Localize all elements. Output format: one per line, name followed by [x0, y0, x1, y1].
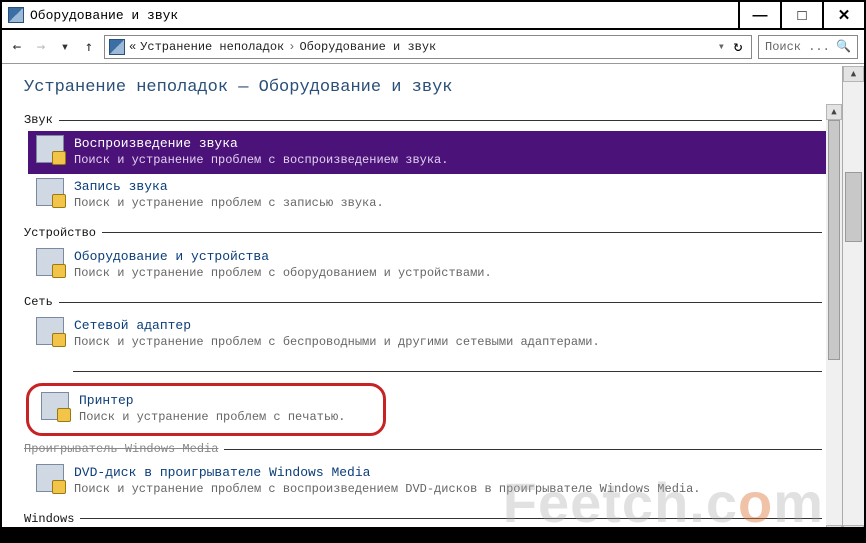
section-label: Звук	[24, 113, 53, 127]
refresh-button[interactable]: ↻	[729, 37, 747, 56]
troubleshoot-item-hardware[interactable]: Оборудование и устройства Поиск и устран…	[28, 244, 842, 287]
bottom-border	[2, 527, 864, 541]
printer-icon	[41, 392, 69, 420]
search-input[interactable]: Поиск ... 🔍	[758, 35, 858, 59]
dvd-icon	[36, 464, 64, 492]
breadcrumb-item[interactable]: Оборудование и звук	[299, 40, 436, 54]
recent-dropdown[interactable]: ▾	[56, 38, 74, 56]
item-desc: Поиск и устранение проблем с записью зву…	[74, 196, 384, 212]
up-button[interactable]: ↑	[80, 38, 98, 56]
scroll-thumb[interactable]	[828, 120, 840, 360]
close-button[interactable]: ✕	[822, 2, 864, 28]
breadcrumb-sep: ›	[288, 40, 295, 54]
folder-icon	[109, 39, 125, 55]
section-header[interactable]: Печать ˄	[24, 365, 842, 379]
section-header[interactable]: Проигрыватель Windows Media ˄	[24, 442, 842, 456]
item-desc: Поиск и устранение проблем с воспроизвед…	[74, 153, 448, 169]
item-name: Принтер	[79, 393, 345, 410]
section-device: Устройство ˄ Оборудование и устройства П…	[24, 226, 842, 287]
inner-scrollbar[interactable]: ▲ ▼	[826, 104, 842, 541]
content-area: Устранение неполадок — Оборудование и зв…	[2, 64, 864, 539]
troubleshoot-item-playback[interactable]: Воспроизведение звука Поиск и устранение…	[28, 131, 842, 174]
item-name: Запись звука	[74, 179, 384, 196]
item-name: Воспроизведение звука	[74, 136, 448, 153]
speaker-icon	[36, 135, 64, 163]
item-desc: Поиск и устранение проблем с воспроизвед…	[74, 482, 701, 498]
device-icon	[36, 248, 64, 276]
outer-scrollbar[interactable]: ▲ ▼	[842, 66, 864, 541]
scroll-up-button[interactable]: ▲	[826, 104, 842, 120]
troubleshoot-item-network[interactable]: Сетевой адаптер Поиск и устранение пробл…	[28, 313, 842, 356]
search-icon: 🔍	[836, 39, 851, 54]
troubleshoot-item-dvd[interactable]: DVD-диск в проигрывателе Windows Media П…	[28, 460, 842, 503]
item-desc: Поиск и устранение проблем с печатью.	[79, 410, 345, 426]
address-dropdown-icon[interactable]: ▾	[718, 39, 725, 54]
section-label: Проигрыватель Windows Media	[24, 442, 218, 456]
section-wmp: Проигрыватель Windows Media ˄ DVD-диск в…	[24, 442, 842, 503]
section-header[interactable]: Звук ˄	[24, 113, 842, 127]
scroll-up-button[interactable]: ▲	[843, 66, 864, 82]
section-label: Устройство	[24, 226, 96, 240]
scroll-thumb[interactable]	[845, 172, 862, 242]
section-label: Сеть	[24, 295, 53, 309]
page-title: Устранение неполадок — Оборудование и зв…	[24, 78, 842, 97]
item-name: Оборудование и устройства	[74, 249, 492, 266]
window-title: Оборудование и звук	[30, 8, 738, 23]
item-name: Сетевой адаптер	[74, 318, 600, 335]
troubleshoot-item-recording[interactable]: Запись звука Поиск и устранение проблем …	[28, 174, 842, 217]
minimize-button[interactable]: —	[738, 2, 780, 28]
item-desc: Поиск и устранение проблем с оборудовани…	[74, 266, 492, 282]
back-button[interactable]: ←	[8, 38, 26, 56]
microphone-icon	[36, 178, 64, 206]
maximize-button[interactable]: □	[780, 2, 822, 28]
breadcrumb-item[interactable]: Устранение неполадок	[140, 40, 284, 54]
troubleshoot-item-printer[interactable]: Принтер Поиск и устранение проблем с печ…	[33, 388, 379, 431]
section-network: Сеть ˄ Сетевой адаптер Поиск и устранени…	[24, 295, 842, 356]
section-header[interactable]: Устройство ˄	[24, 226, 842, 240]
section-sound: Звук ˄ Воспроизведение звука Поиск и уст…	[24, 113, 842, 218]
network-adapter-icon	[36, 317, 64, 345]
search-placeholder: Поиск ...	[765, 40, 830, 54]
highlight-annotation: Принтер Поиск и устранение проблем с печ…	[26, 383, 386, 436]
nav-bar: ← → ▾ ↑ « Устранение неполадок › Оборудо…	[2, 30, 864, 64]
section-header[interactable]: Windows ˄	[24, 512, 842, 526]
section-label: Windows	[24, 512, 74, 526]
section-header[interactable]: Сеть ˄	[24, 295, 842, 309]
breadcrumb-prefix: «	[129, 40, 136, 54]
forward-button[interactable]: →	[32, 38, 50, 56]
address-bar[interactable]: « Устранение неполадок › Оборудование и …	[104, 35, 752, 59]
title-bar: Оборудование и звук — □ ✕	[2, 2, 864, 30]
item-name: DVD-диск в проигрывателе Windows Media	[74, 465, 701, 482]
app-icon	[8, 7, 24, 23]
section-print: Печать ˄ Принтер Поиск и устранение проб…	[24, 365, 842, 436]
item-desc: Поиск и устранение проблем с беспроводны…	[74, 335, 600, 351]
